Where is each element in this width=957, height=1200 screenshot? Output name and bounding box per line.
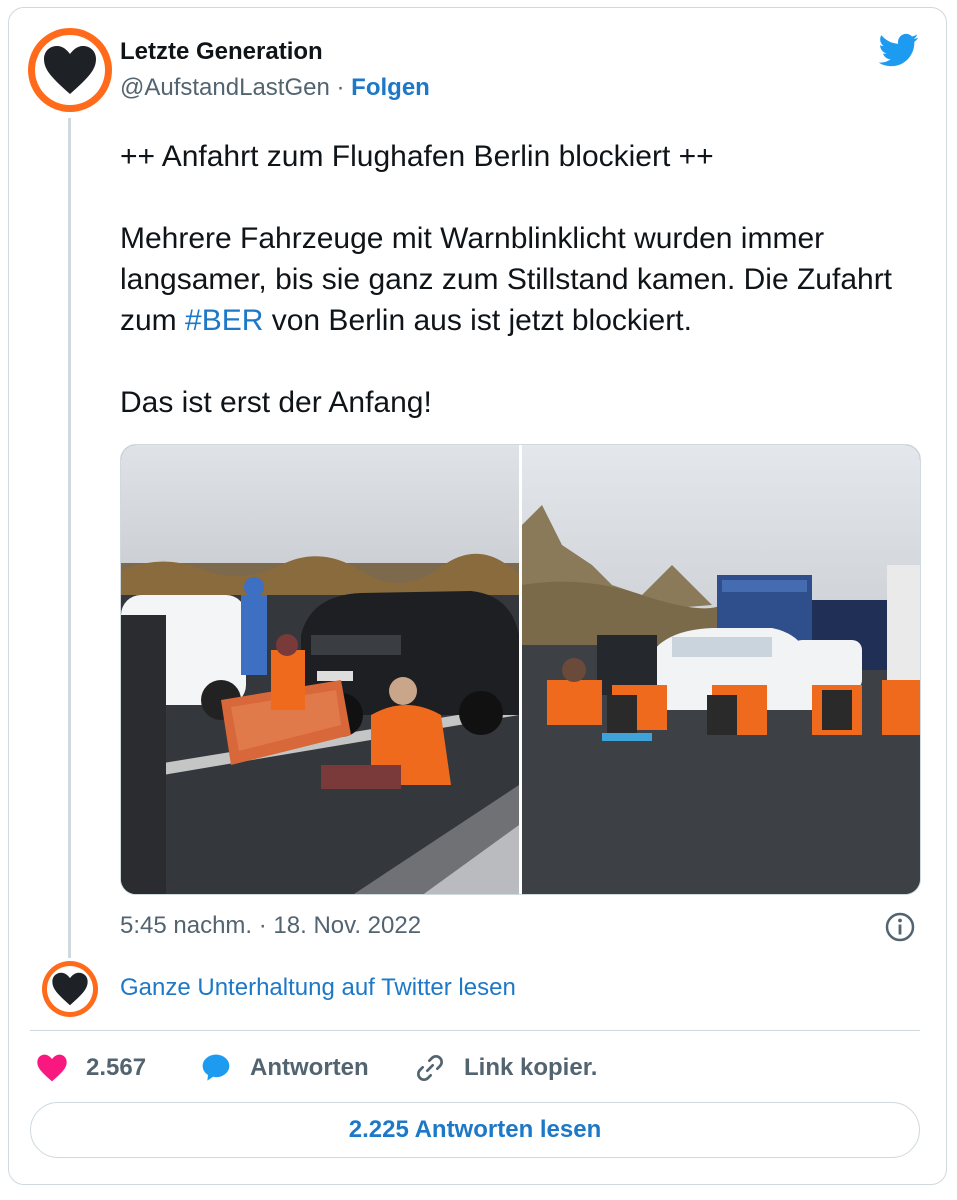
- tweet-text: ++ Anfahrt zum Flughafen Berlin blockier…: [120, 136, 930, 423]
- author-handle[interactable]: @AufstandLastGen: [120, 74, 330, 101]
- separator-dot: ·: [336, 74, 345, 101]
- author-name[interactable]: Letzte Generation: [120, 38, 323, 66]
- tweet-timestamp[interactable]: 5:45 nachm. · 18. Nov. 2022: [120, 912, 421, 940]
- info-icon[interactable]: [884, 911, 916, 943]
- photo-left[interactable]: [121, 445, 519, 894]
- hashtag-link[interactable]: #BER: [185, 304, 263, 337]
- tweet-paragraph-part2: von Berlin aus ist jetzt blockiert.: [263, 304, 692, 337]
- divider: [30, 1030, 920, 1031]
- speech-bubble-icon: [202, 1054, 230, 1081]
- tweet-headline: ++ Anfahrt zum Flughafen Berlin blockier…: [120, 140, 714, 173]
- read-conversation-link[interactable]: Ganze Unterhaltung auf Twitter lesen: [120, 974, 516, 1002]
- reply-label: Antworten: [250, 1054, 369, 1081]
- twitter-bird-icon[interactable]: [876, 30, 922, 70]
- heart-logo-icon: [44, 46, 96, 94]
- author-avatar[interactable]: [28, 28, 112, 112]
- thread-line: [68, 118, 71, 958]
- tweet-closing-line: Das ist erst der Anfang!: [120, 386, 432, 419]
- author-avatar-small[interactable]: [42, 961, 98, 1017]
- media-grid: [120, 444, 921, 895]
- chain-link-icon: [417, 1055, 443, 1081]
- heart-icon: [37, 1054, 67, 1082]
- tweet-paragraph: Mehrere Fahrzeuge mit Warnblinklicht wur…: [120, 218, 930, 341]
- read-replies-button[interactable]: 2.225 Antworten lesen: [30, 1102, 920, 1158]
- author-handle-row: @AufstandLastGen · Folgen: [120, 74, 430, 102]
- copy-link-button[interactable]: Link kopier.: [414, 1050, 597, 1086]
- like-count: 2.567: [86, 1054, 147, 1081]
- like-button[interactable]: 2.567: [36, 1050, 146, 1086]
- copy-link-label: Link kopier.: [464, 1054, 598, 1081]
- photo-right[interactable]: [522, 445, 920, 894]
- heart-logo-icon: [52, 972, 88, 1006]
- follow-button[interactable]: Folgen: [351, 74, 430, 101]
- reply-button[interactable]: Antworten: [200, 1050, 369, 1086]
